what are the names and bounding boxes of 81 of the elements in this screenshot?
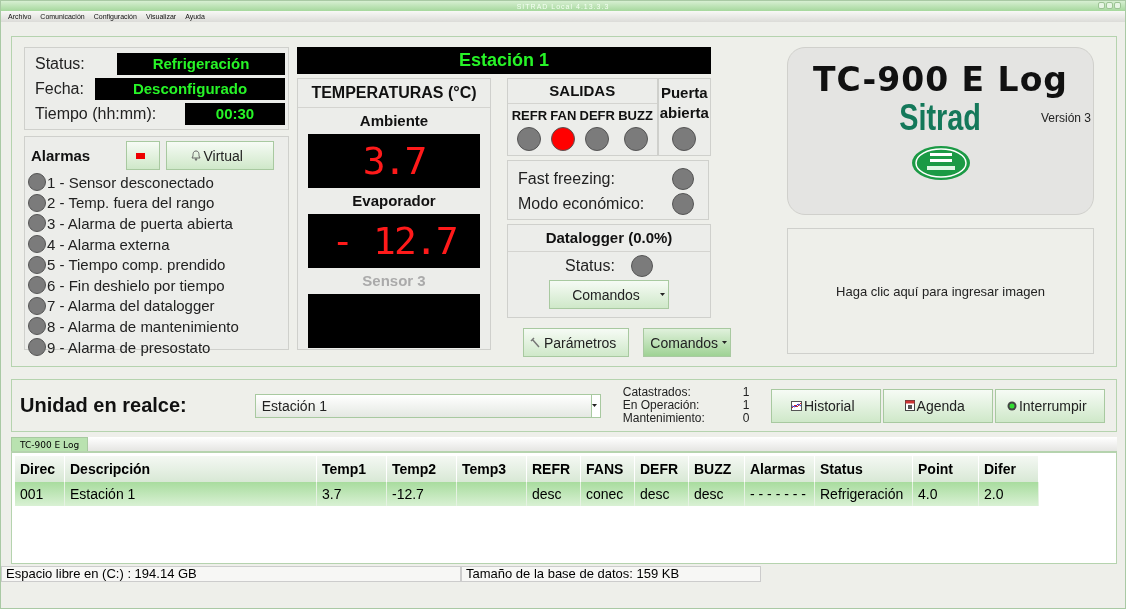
column-header[interactable]: Temp2 [387,456,457,482]
column-header[interactable]: REFR [527,456,581,482]
count-value: 1 [742,399,751,412]
table-cell: 3.7 [317,482,387,506]
table-cell: - - - - - - - [745,482,815,506]
table-cell: desc [635,482,689,506]
table-cell: desc [527,482,581,506]
outputs-title: SALIDAS [549,82,616,99]
table-cell: 4.0 [913,482,979,506]
column-header[interactable]: Direc [15,456,65,482]
status-display: Refrigeración [117,52,285,75]
image-hint: Haga clic aquí para ingresar imagen [836,283,1045,299]
action-button[interactable]: Historial [770,388,881,423]
brand-name: Sitrad [899,97,982,139]
column-header[interactable]: DEFR [635,456,689,482]
datalogger-status-label: Status: [565,257,615,275]
field-label: Tiempo (hh:mm): [35,104,157,123]
count-value: 0 [742,412,751,425]
alarm-label: 8 - Alarma de mantenimiento [47,317,239,335]
table-cell: Refrigeración [815,482,913,506]
column-header[interactable]: Point [913,456,979,482]
mode-label: Fast freezing: [518,169,615,188]
count-value: 1 [742,386,751,399]
column-header[interactable]: Descripción [65,456,317,482]
table-cell: desc [689,482,745,506]
column-header[interactable]: Alarmas [745,456,815,482]
alarm-label: 5 - Tiempo comp. prendido [47,256,226,274]
sensor-label: Sensor 3 [362,272,426,289]
table-cell: Estación 1 [65,482,317,506]
count-label: Mantenimiento: [622,412,706,425]
status-text: Espacio libre en (C:) : 194.14 GB [1,566,461,582]
count-label: Catastrados: [622,386,692,399]
status-text: Tamaño de la base de datos: 159 KB [461,566,761,582]
status-display: Desconfigurado [95,77,285,100]
station-name: Estación 1 [297,47,711,74]
sensor-label: Ambiente [359,112,429,129]
alarm-label: 1 - Sensor desconectado [47,173,214,191]
alarm-label: 7 - Alarma del datalogger [47,297,215,315]
device-model: TC-900 E Log [813,60,1068,99]
image-dropzone[interactable]: Haga clic aquí para ingresar imagen [787,228,1094,354]
alarm-label: 6 - Fin deshielo por tiempo [47,276,225,294]
alarm-label: 2 - Temp. fuera del rango [47,194,215,212]
alarms-title: Alarmas [31,147,91,164]
temperature-reading: - 12.7 [331,219,457,263]
table-cell: 001 [15,482,65,506]
parameters-button[interactable]: Parámetros [523,328,630,357]
device-tab[interactable]: TC-900 E Log [11,437,89,451]
unit-select[interactable]: Estación 1 [254,393,601,418]
datalogger-commands-button[interactable]: Comandos [549,280,669,309]
temperatures-title: TEMPERATURAS (°C) [311,84,477,101]
alarm-label: 3 - Alarma de puerta abierta [47,215,233,232]
door-label: Puerta abierta [658,83,710,123]
datalogger-title: Datalogger (0.0%) [545,229,673,246]
output-label: FAN [550,108,577,123]
virtual-button[interactable]: Virtual [166,141,275,170]
column-header[interactable]: BUZZ [689,456,745,482]
column-header[interactable]: Status [815,456,913,482]
status-display: 00:30 [185,102,285,125]
temperature-reading: 3.7 [362,139,426,183]
sensor-label: Evaporador [352,192,436,209]
count-label: En Operación: [622,399,701,412]
field-label: Status: [35,54,85,73]
output-label: DEFR [579,108,615,123]
commands-button[interactable]: Comandos [643,328,732,357]
column-header[interactable]: Temp1 [317,456,387,482]
field-label: Fecha: [35,79,84,98]
column-header[interactable]: Difer [979,456,1039,482]
highlight-label: Unidad en realce: [20,394,187,417]
alarm-label: 4 - Alarma externa [47,235,170,253]
version-label: Versión 3 [1040,111,1091,125]
alarm-label: 9 - Alarma de presostato [47,338,211,356]
output-label: BUZZ [618,108,653,123]
action-button[interactable]: Interrumpir [994,388,1105,423]
table-cell: 2.0 [979,482,1039,506]
column-header[interactable]: Temp3 [457,456,527,482]
table-cell: conec [581,482,635,506]
output-label: REFR [511,108,547,123]
action-button[interactable]: Agenda [882,388,993,423]
mode-label: Modo económico: [518,194,645,213]
column-header[interactable]: FANS [581,456,635,482]
table-cell: -12.7 [387,482,457,506]
